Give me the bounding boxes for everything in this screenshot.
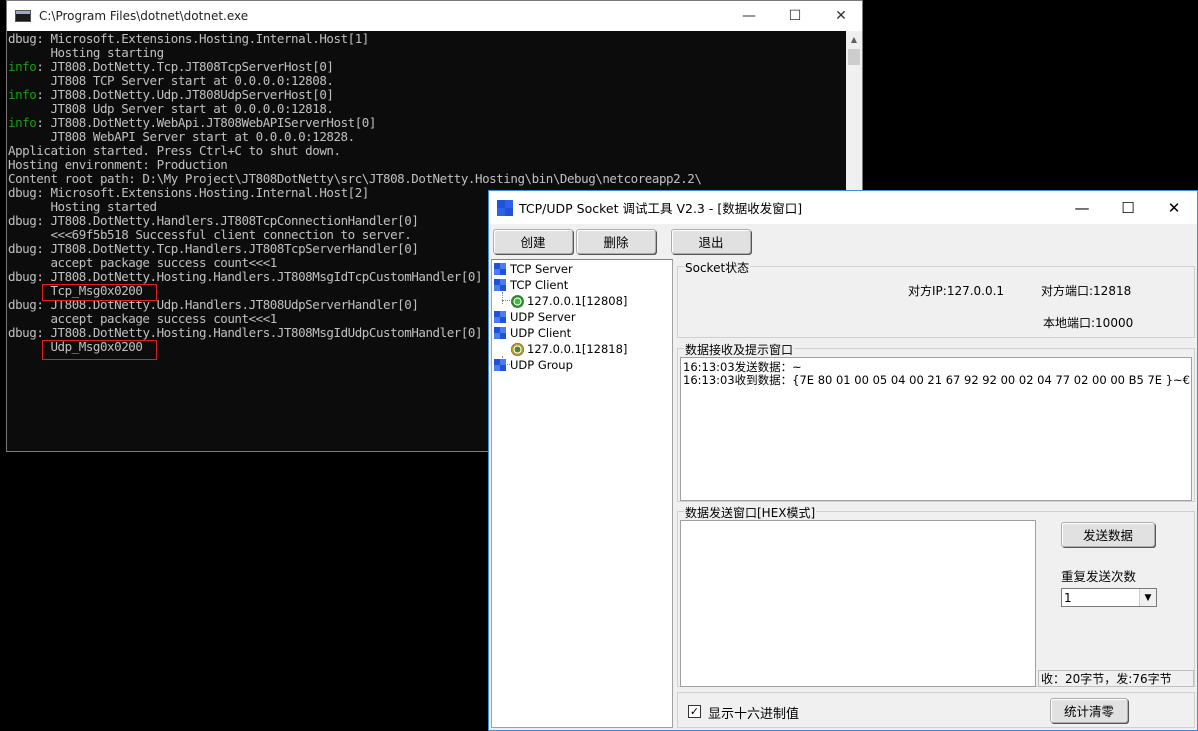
socket-status-group: Socket状态 对方IP:127.0.0.1 对方端口:12818 本地端口:… <box>677 259 1195 338</box>
receive-group: 数据接收及提示窗口 16:13:03发送数据：~ 16:13:03收到数据：{7… <box>677 341 1195 502</box>
log-text: : Microsoft.Extensions.Hosting.Internal.… <box>36 31 369 46</box>
tree-item-tcp-connection[interactable]: 127.0.0.1[12808] <box>511 293 627 309</box>
socket-tool-window: TCP/UDP Socket 调试工具 V2.3 - [数据收发窗口] — ☐ … <box>488 190 1198 731</box>
tool-title: TCP/UDP Socket 调试工具 V2.3 - [数据收发窗口] <box>519 201 803 216</box>
console-line: Content root path: D:\My Project\JT808Do… <box>8 172 846 186</box>
console-title: C:\Program Files\dotnet\dotnet.exe <box>39 9 249 23</box>
console-app-icon <box>15 10 31 22</box>
log-text: : JT808.DotNetty.WebApi.JT808WebAPIServe… <box>36 115 376 130</box>
minimize-icon[interactable]: — <box>1059 191 1105 224</box>
remote-port: 对方端口:12818 <box>1041 284 1132 298</box>
tree-item-tcp-client[interactable]: TCP Client <box>494 277 568 293</box>
log-text: accept package success count<<<1 <box>8 255 277 270</box>
tree-item-tcp-server[interactable]: TCP Server <box>494 261 573 277</box>
log-text: Hosting starting <box>8 45 164 60</box>
console-line: JT808 WebAPI Server start at 0.0.0.0:128… <box>8 130 846 144</box>
log-level: dbug <box>8 297 37 312</box>
server-icon <box>494 311 506 323</box>
scroll-thumb[interactable] <box>848 49 860 65</box>
log-text: JT808 TCP Server start at 0.0.0.0:12808. <box>8 73 334 88</box>
highlight-box-udp <box>42 340 157 360</box>
byte-stats: 收：20字节，发:76字节 <box>1038 670 1194 687</box>
log-level: info <box>8 115 37 130</box>
log-level: dbug <box>8 241 37 256</box>
delete-button[interactable]: 删除 <box>576 229 656 254</box>
console-line: dbug: Microsoft.Extensions.Hosting.Inter… <box>8 32 846 46</box>
maximize-icon[interactable]: ☐ <box>1105 191 1151 224</box>
client-icon <box>494 279 506 291</box>
log-text: accept package success count<<<1 <box>8 311 277 326</box>
log-text: : JT808.DotNetty.Tcp.Handlers.JT808TcpSe… <box>36 241 419 256</box>
reset-stats-button[interactable]: 统计清零 <box>1050 698 1128 723</box>
console-line: JT808 TCP Server start at 0.0.0.0:12808. <box>8 74 846 88</box>
log-text: Hosting started <box>8 199 157 214</box>
log-text: Application started. Press Ctrl+C to shu… <box>8 143 341 158</box>
log-level: dbug <box>8 325 37 340</box>
hex-checkbox[interactable]: ✓ <box>688 705 701 718</box>
client-icon <box>494 327 506 339</box>
log-text: : Microsoft.Extensions.Hosting.Internal.… <box>36 185 369 200</box>
group-icon <box>494 359 506 371</box>
hex-checkbox-label: 显示十六进制值 <box>708 707 800 722</box>
log-text: : JT808.DotNetty.Hosting.Handlers.JT808M… <box>36 269 483 284</box>
tree-item-udp-server[interactable]: UDP Server <box>494 309 576 325</box>
tree-item-udp-connection[interactable]: 127.0.0.1[12818] <box>511 341 627 357</box>
tree-item-udp-client[interactable]: UDP Client <box>494 325 571 341</box>
chevron-down-icon[interactable]: ▼ <box>1139 589 1156 606</box>
bottom-bar: ✓ 显示十六进制值 统计清零 <box>677 692 1195 728</box>
connected-icon <box>511 342 524 356</box>
console-line: Hosting starting <box>8 46 846 60</box>
log-text: <<<69f5b518 Successful client connection… <box>8 227 412 242</box>
console-line: info: JT808.DotNetty.Udp.JT808UdpServerH… <box>8 88 846 102</box>
log-text: : JT808.DotNetty.Udp.JT808UdpServerHost[… <box>36 87 334 102</box>
tree-item-udp-group[interactable]: UDP Group <box>494 357 573 373</box>
send-group: 数据发送窗口[HEX模式] 发送数据 重复发送次数 1 ▼ 收：20字节，发:7… <box>677 504 1195 687</box>
server-icon <box>494 263 506 275</box>
socket-status-title: Socket状态 <box>684 259 751 276</box>
connection-tree[interactable]: TCP Server TCP Client 127.0.0.1[12808] U… <box>491 259 673 728</box>
console-line: info: JT808.DotNetty.Tcp.JT808TcpServerH… <box>8 60 846 74</box>
log-level: dbug <box>8 185 37 200</box>
log-level: dbug <box>8 31 37 46</box>
console-line: Application started. Press Ctrl+C to shu… <box>8 144 846 158</box>
log-level: dbug <box>8 213 37 228</box>
highlight-box-tcp <box>42 284 157 301</box>
log-level: info <box>8 59 37 74</box>
connected-icon <box>511 294 524 308</box>
send-data-button[interactable]: 发送数据 <box>1061 522 1155 547</box>
repeat-count-select[interactable]: 1 ▼ <box>1061 588 1157 607</box>
receive-title: 数据接收及提示窗口 <box>684 341 795 358</box>
scroll-up-icon[interactable]: ▲ <box>846 31 862 48</box>
log-level: dbug <box>8 269 37 284</box>
send-input[interactable] <box>680 520 1036 687</box>
log-text: Hosting environment: Production <box>8 157 228 172</box>
log-text: JT808 Udp Server start at 0.0.0.0:12818. <box>8 101 334 116</box>
console-line: JT808 Udp Server start at 0.0.0.0:12818. <box>8 102 846 116</box>
log-text: Content root path: D:\My Project\JT808Do… <box>8 171 702 186</box>
console-line: Hosting environment: Production <box>8 158 846 172</box>
console-line: info: JT808.DotNetty.WebApi.JT808WebAPIS… <box>8 116 846 130</box>
receive-log[interactable]: 16:13:03发送数据：~ 16:13:03收到数据：{7E 80 01 00… <box>680 357 1192 501</box>
send-title: 数据发送窗口[HEX模式] <box>684 504 817 521</box>
create-button[interactable]: 创建 <box>493 229 573 254</box>
close-icon[interactable]: ✕ <box>1151 191 1197 224</box>
repeat-count-label: 重复发送次数 <box>1061 569 1137 584</box>
log-text: : JT808.DotNetty.Tcp.JT808TcpServerHost[… <box>36 59 334 74</box>
close-icon[interactable]: ✕ <box>818 1 864 31</box>
local-port: 本地端口:10000 <box>1043 316 1134 330</box>
log-text: : JT808.DotNetty.Handlers.JT808TcpConnec… <box>36 213 419 228</box>
exit-button[interactable]: 退出 <box>671 229 751 254</box>
log-text: : JT808.DotNetty.Hosting.Handlers.JT808M… <box>36 325 483 340</box>
app-logo-icon <box>497 199 513 216</box>
remote-ip: 对方IP:127.0.0.1 <box>908 284 1005 298</box>
log-level: info <box>8 87 37 102</box>
maximize-icon[interactable]: ☐ <box>772 1 818 31</box>
log-text: JT808 WebAPI Server start at 0.0.0.0:128… <box>8 129 355 144</box>
console-title-bar: C:\Program Files\dotnet\dotnet.exe — ☐ ✕ <box>7 1 862 31</box>
minimize-icon[interactable]: — <box>726 1 772 31</box>
tool-title-bar: TCP/UDP Socket 调试工具 V2.3 - [数据收发窗口] — ☐ … <box>489 191 1197 224</box>
